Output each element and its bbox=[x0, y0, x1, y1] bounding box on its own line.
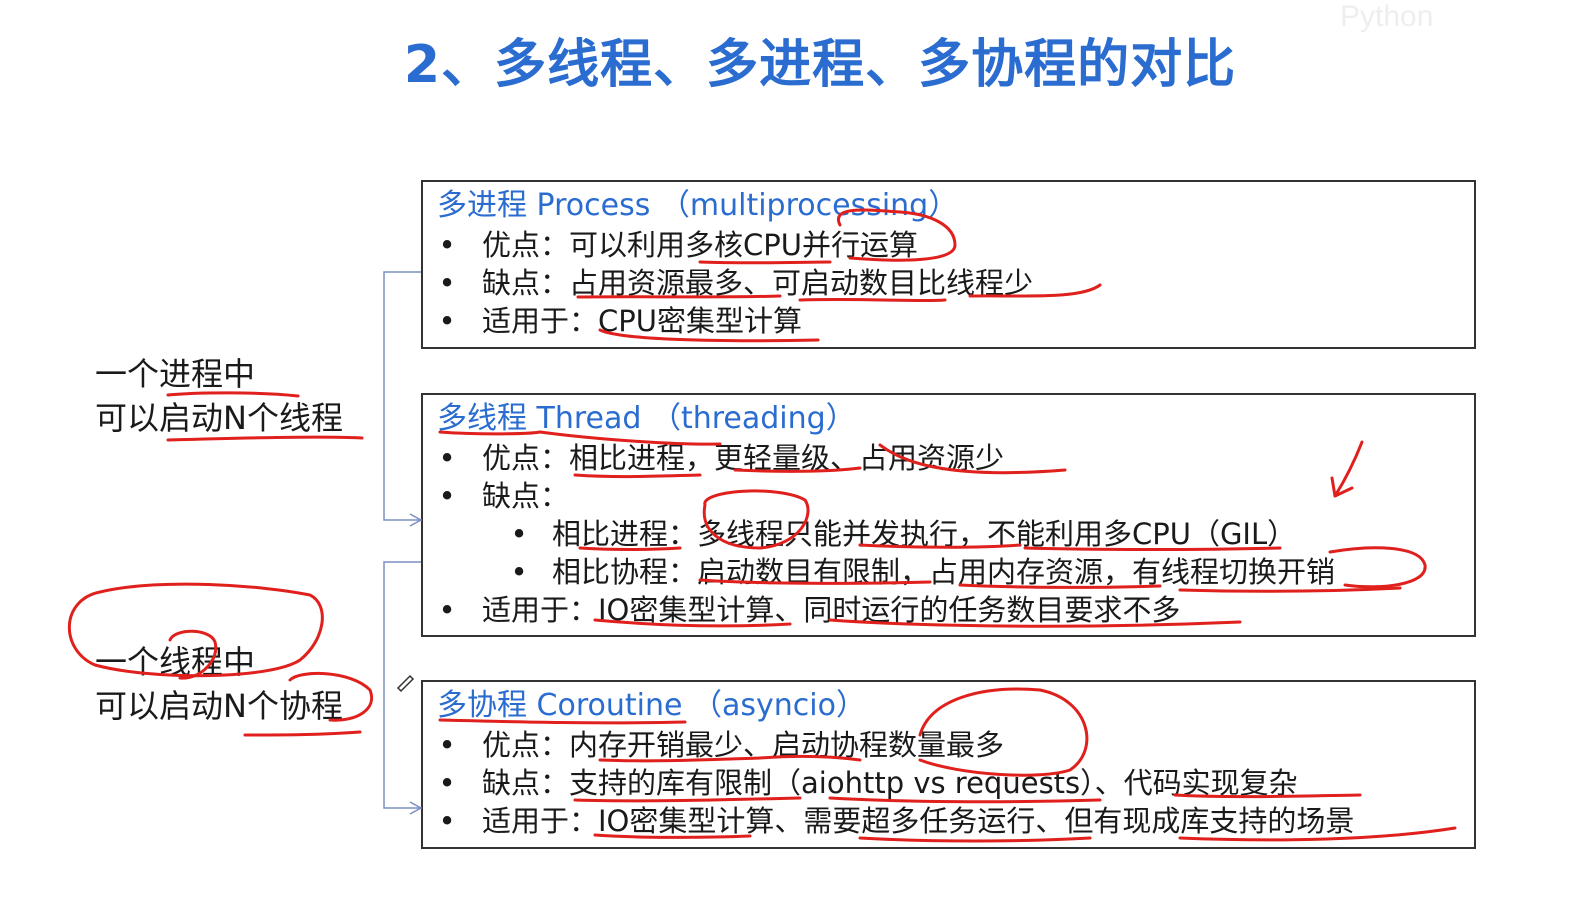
list-item-text: 缺点： bbox=[482, 479, 570, 513]
list-item-text: 相比进程：多线程只能并发执行，不能利用多CPU（GIL） bbox=[552, 517, 1297, 551]
bullet-icon: • bbox=[510, 517, 528, 551]
list-item: • 优点：相比进程，更轻量级、占用资源少 bbox=[437, 439, 1460, 477]
coroutine-box: 多协程 Coroutine （asyncio） • 优点：内存开销最少、启动协程数… bbox=[421, 680, 1476, 849]
thread-box: 多线程 Thread （threading） • 优点：相比进程，更轻量级、占用资… bbox=[421, 393, 1476, 637]
list-item-text: 优点：内存开销最少、启动协程数量最多 bbox=[482, 728, 1005, 762]
bullet-icon: • bbox=[438, 766, 456, 800]
slide-title: 2、多线程、多进程、多协程的对比 bbox=[403, 35, 1237, 95]
bullet-icon: • bbox=[438, 441, 456, 475]
side-label-line: 一个进程中 bbox=[95, 355, 256, 393]
side-label-line: 可以启动N个线程 bbox=[95, 399, 343, 437]
list-item-text: 适用于：IO密集型计算、需要超多任务运行、但有现成库支持的场景 bbox=[482, 804, 1355, 838]
list-item-text: 优点：可以利用多核CPU并行运算 bbox=[482, 228, 918, 262]
bullet-icon: • bbox=[438, 228, 456, 262]
list-item: • 优点：内存开销最少、启动协程数量最多 bbox=[437, 726, 1460, 764]
list-item: • 优点：可以利用多核CPU并行运算 bbox=[437, 226, 1460, 264]
coroutine-box-title: 多协程 Coroutine （asyncio） bbox=[437, 688, 866, 723]
connector-process bbox=[383, 271, 421, 521]
bullet-icon: • bbox=[438, 728, 456, 762]
side-label-line: 一个线程中 bbox=[95, 643, 256, 681]
list-item: • 适用于：IO密集型计算、同时运行的任务数目要求不多 bbox=[437, 591, 1460, 629]
bullet-icon: • bbox=[438, 266, 456, 300]
list-subitem: • 相比协程：启动数目有限制，占用内存资源，有线程切换开销 bbox=[437, 553, 1460, 591]
process-box-title: 多进程 Process （multiprocessing） bbox=[437, 188, 959, 223]
list-subitem: • 相比进程：多线程只能并发执行，不能利用多CPU（GIL） bbox=[437, 515, 1460, 553]
connector-thread bbox=[383, 561, 421, 809]
side-label-line: 可以启动N个协程 bbox=[95, 687, 343, 725]
bullet-icon: • bbox=[438, 593, 456, 627]
bullet-icon: • bbox=[438, 479, 456, 513]
list-item: • 适用于：IO密集型计算、需要超多任务运行、但有现成库支持的场景 bbox=[437, 802, 1460, 840]
pen-cursor-icon bbox=[396, 674, 415, 693]
pen-underline bbox=[243, 730, 362, 737]
list-item-text: 缺点：占用资源最多、可启动数目比线程少 bbox=[482, 266, 1034, 300]
bullet-icon: • bbox=[438, 804, 456, 838]
bullet-icon: • bbox=[510, 555, 528, 589]
list-item: • 缺点： bbox=[437, 477, 1460, 515]
list-item-text: 适用于：CPU密集型计算 bbox=[482, 304, 802, 338]
arrow-head-icon bbox=[409, 801, 423, 815]
connector-lines bbox=[383, 271, 423, 815]
thread-box-title: 多线程 Thread （threading） bbox=[437, 401, 856, 436]
list-item-text: 适用于：IO密集型计算、同时运行的任务数目要求不多 bbox=[482, 593, 1181, 627]
list-item: • 适用于：CPU密集型计算 bbox=[437, 302, 1460, 340]
list-item: • 缺点：支持的库有限制（aiohttp vs requests）、代码实现复杂 bbox=[437, 764, 1460, 802]
bullet-icon: • bbox=[438, 304, 456, 338]
list-item-text: 优点：相比进程，更轻量级、占用资源少 bbox=[482, 441, 1005, 475]
process-box: 多进程 Process （multiprocessing） • 优点：可以利用多核… bbox=[421, 180, 1476, 349]
list-item-text: 相比协程：启动数目有限制，占用内存资源，有线程切换开销 bbox=[552, 555, 1336, 589]
list-item-text: 缺点：支持的库有限制（aiohttp vs requests）、代码实现复杂 bbox=[482, 766, 1298, 800]
side-label-process: 一个进程中 可以启动N个线程 bbox=[95, 352, 343, 440]
side-label-thread: 一个线程中 可以启动N个协程 bbox=[95, 640, 343, 728]
list-item: • 缺点：占用资源最多、可启动数目比线程少 bbox=[437, 264, 1460, 302]
arrow-head-icon bbox=[409, 513, 423, 527]
